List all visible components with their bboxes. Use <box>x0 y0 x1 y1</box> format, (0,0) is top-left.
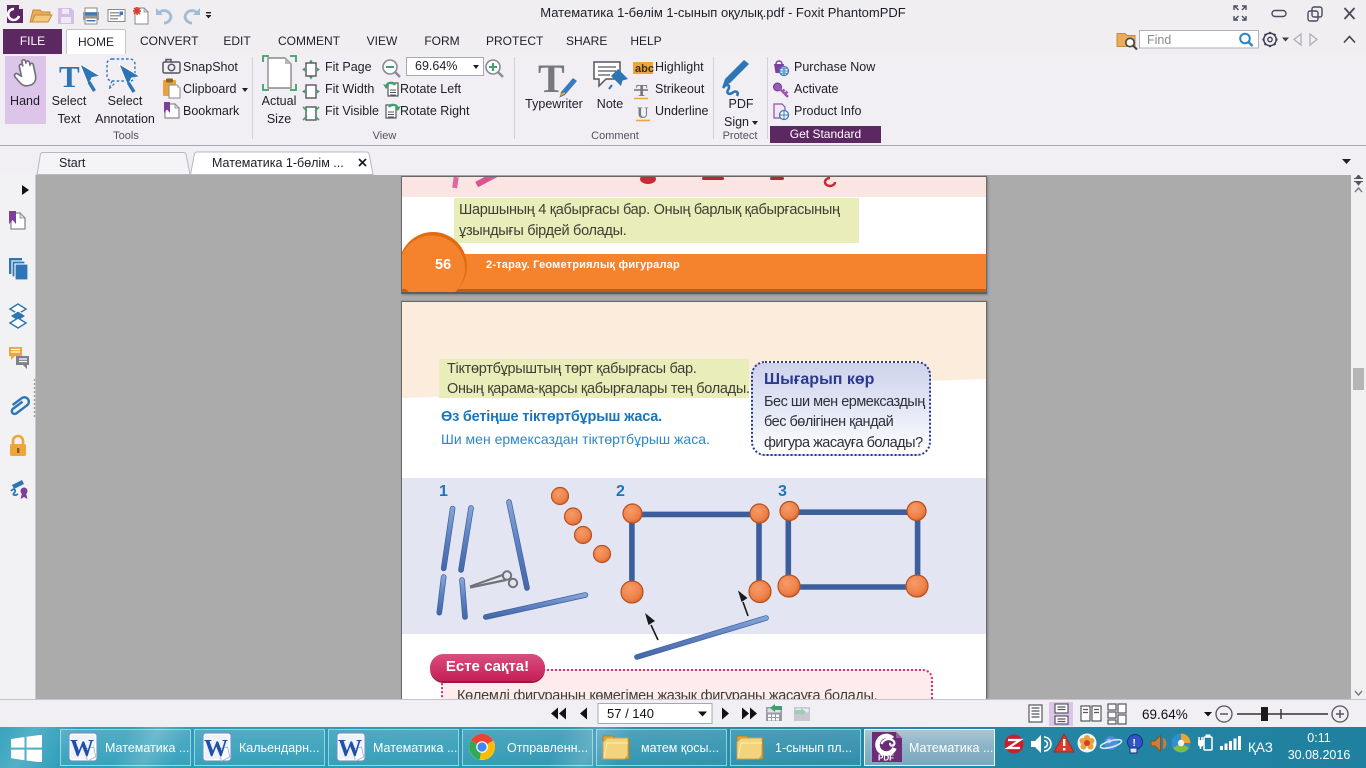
svg-text:abc: abc <box>635 63 654 75</box>
svg-text:Start: Start <box>59 156 86 170</box>
svg-text:W: W <box>70 736 94 762</box>
svg-text:PDF: PDF <box>878 754 894 763</box>
svg-text:!: ! <box>1133 738 1136 749</box>
svg-text:57 / 140: 57 / 140 <box>607 706 654 721</box>
svg-text:69.64%: 69.64% <box>1142 707 1188 722</box>
svg-text:Математика 1-бөлім ...: Математика 1-бөлім ... <box>212 156 344 170</box>
svg-text:Find: Find <box>1147 33 1171 47</box>
svg-text:U: U <box>637 105 649 122</box>
svg-text:T: T <box>59 59 80 94</box>
